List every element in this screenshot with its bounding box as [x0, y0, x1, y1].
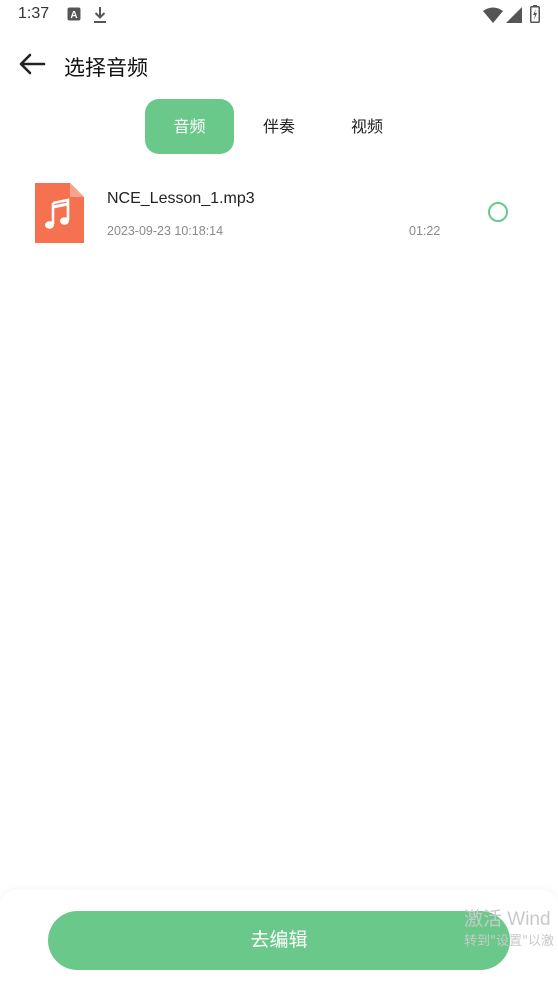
tab-video[interactable]: 视频: [341, 99, 393, 154]
activation-watermark: 激活 Wind: [464, 909, 551, 930]
list-item[interactable]: NCE_Lesson_1.mp3 2023-09-23 10:18:14 01:…: [0, 178, 558, 250]
tab-accompaniment[interactable]: 伴奏: [253, 99, 305, 154]
svg-text:A: A: [70, 10, 77, 21]
file-name: NCE_Lesson_1.mp3: [107, 190, 255, 207]
file-date: 2023-09-23 10:18:14: [107, 224, 224, 238]
page-title: 选择音频: [64, 56, 148, 80]
signal-icon: [506, 7, 522, 27]
select-radio[interactable]: [488, 202, 508, 222]
status-time: 1:37: [18, 5, 50, 22]
status-bar: 1:37 A: [0, 0, 558, 32]
music-file-icon: [35, 183, 84, 243]
battery-icon: [530, 5, 540, 27]
activation-watermark-sub: 转到"设置"以激: [464, 934, 554, 949]
file-duration: 01:22: [409, 224, 441, 238]
back-button[interactable]: [14, 48, 50, 84]
download-icon: [93, 6, 107, 28]
header: 选择音频: [0, 40, 558, 92]
a-notification-icon: A: [67, 6, 81, 25]
select-audio-screen: 1:37 A 选择音频 音频 伴奏 视频 NCE_Lesson_1.mp3 20…: [0, 0, 558, 992]
wifi-icon: [483, 7, 503, 27]
arrow-left-icon: [18, 53, 46, 79]
go-edit-button[interactable]: 去编辑: [48, 911, 510, 970]
tab-audio[interactable]: 音频: [145, 99, 234, 154]
bottom-panel: 去编辑 激活 Wind 转到"设置"以激: [0, 890, 558, 992]
